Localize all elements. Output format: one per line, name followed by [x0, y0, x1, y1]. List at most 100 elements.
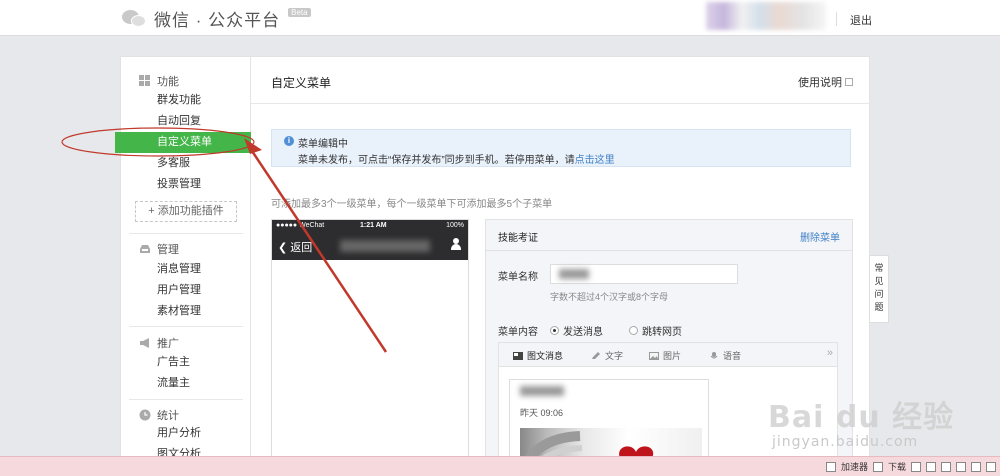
menu-name-value-blurred: [559, 269, 589, 279]
nav-group-statistics: 统计: [139, 407, 179, 423]
article-title-blurred: [520, 386, 564, 396]
download-label[interactable]: 下载: [888, 460, 906, 473]
sidebar-item-user-mgmt[interactable]: 用户管理: [121, 280, 251, 301]
page-title: 自定义菜单: [271, 76, 332, 90]
menu-content-label: 菜单内容: [498, 327, 538, 338]
delete-menu-link[interactable]: 删除菜单: [800, 229, 840, 244]
sidebar-item-material-mgmt[interactable]: 素材管理: [121, 301, 251, 322]
battery-label: 100%: [446, 222, 464, 229]
tool-icon[interactable]: [911, 461, 921, 472]
notice-banner: i 菜单编辑中 菜单未发布，可点击“保存并发布”同步到手机。若停用菜单，请点击这…: [271, 129, 851, 167]
baidu-watermark: Bai du 经验: [768, 400, 955, 435]
nav-group-management: 管理: [139, 241, 179, 257]
pencil-icon: [592, 351, 600, 359]
sidebar-item-custom-menu[interactable]: 自定义菜单: [115, 132, 251, 153]
tool-icon[interactable]: [986, 461, 996, 472]
tab-bar: 图文消息 文字 图片 语音 »: [499, 343, 837, 367]
title-divider: [251, 103, 871, 104]
add-plugin-button[interactable]: + 添加功能插件: [135, 201, 237, 222]
phone-status-bar: ●●●●● WeChat 1:21 AM 100%: [276, 222, 464, 234]
wechat-logo[interactable]: 微信 · 公众平台 Beta: [122, 6, 311, 31]
accelerator-label[interactable]: 加速器: [841, 460, 868, 473]
notice-text: 菜单未发布，可点击“保存并发布”同步到手机。若停用菜单，请点击这里: [298, 151, 615, 166]
tab-label: 文字: [605, 351, 624, 361]
beta-badge: Beta: [288, 8, 311, 17]
menu-limit-hint: 可添加最多3个一级菜单，每个一级菜单下可添加最多5个子菜单: [271, 199, 553, 210]
more-tabs-icon[interactable]: »: [827, 347, 833, 359]
logout-link[interactable]: 退出: [850, 12, 872, 28]
inbox-icon: [140, 245, 150, 253]
account-name-blurred: [340, 240, 430, 252]
sidebar-item-user-analysis[interactable]: 用户分析: [121, 423, 251, 444]
article-icon: [513, 351, 523, 360]
notice-body: 菜单未发布，可点击“保存并发布”同步到手机。若停用菜单，请: [298, 155, 575, 166]
nav-group-label: 推广: [157, 338, 179, 350]
logo-text: 微信 · 公众平台: [154, 11, 281, 30]
tool-icon[interactable]: [956, 461, 966, 472]
tool-icon[interactable]: [941, 461, 951, 472]
sidebar-item-multi-service[interactable]: 多客服: [121, 153, 251, 174]
phone-preview: ●●●●● WeChat 1:21 AM 100% ❮ 返回: [271, 219, 469, 476]
sidebar-item-traffic-owner[interactable]: 流量主: [121, 373, 251, 394]
carrier-label: ●●●●● WeChat: [276, 222, 325, 229]
nav-group-features: 功能: [139, 73, 179, 89]
sidebar-item-message-mgmt[interactable]: 消息管理: [121, 259, 251, 280]
tool-icon[interactable]: [971, 461, 981, 472]
sidebar-item-mass-send[interactable]: 群发功能: [121, 90, 251, 111]
back-label: 返回: [290, 242, 313, 254]
main-container: 功能 群发功能 自动回复 自定义菜单 多客服 投票管理 + 添加功能插件 管理 …: [115, 56, 871, 476]
help-link[interactable]: 使用说明: [798, 74, 853, 90]
sidebar-item-advertiser[interactable]: 广告主: [121, 352, 251, 373]
microphone-icon: [710, 351, 718, 358]
image-icon: [649, 351, 659, 360]
info-icon: i: [284, 136, 294, 146]
top-bar: 微信 · 公众平台 Beta 退出: [0, 0, 1000, 36]
nav-group-label: 功能: [157, 76, 179, 88]
menu-name-input[interactable]: [550, 264, 738, 284]
radio-jump-label: 跳转网页: [642, 327, 682, 338]
tab-voice[interactable]: 语音: [709, 349, 741, 362]
faq-char: 见: [874, 276, 884, 286]
notice-click-here-link[interactable]: 点击这里: [575, 155, 615, 166]
nav-divider: [129, 399, 243, 400]
radio-send-label: 发送消息: [563, 327, 603, 338]
help-icon: [845, 78, 853, 86]
menu-name-tip: 字数不超过4个汉字或8个字母: [550, 292, 669, 302]
tab-label: 语音: [723, 351, 742, 361]
tab-article[interactable]: 图文消息: [513, 349, 563, 362]
faq-char: 问: [874, 289, 884, 299]
editor-menu-title: 技能考证: [498, 233, 538, 244]
baidu-watermark-url: jingyan.baidu.com: [772, 434, 919, 450]
nav-group-label: 统计: [157, 410, 179, 422]
editor-divider: [486, 250, 852, 251]
sidebar-item-auto-reply[interactable]: 自动回复: [121, 111, 251, 132]
radio-send-message[interactable]: [550, 326, 559, 335]
tab-label: 图片: [663, 351, 682, 361]
faq-side-tab[interactable]: 常 见 问 题: [869, 255, 889, 323]
download-icon: [872, 461, 883, 472]
faq-char: 题: [874, 302, 884, 312]
sidebar: 功能 群发功能 自动回复 自定义菜单 多客服 投票管理 + 添加功能插件 管理 …: [115, 57, 251, 476]
menu-name-label: 菜单名称: [498, 272, 538, 283]
nav-divider: [129, 233, 243, 234]
tool-icon[interactable]: [926, 461, 936, 472]
tab-text[interactable]: 文字: [591, 349, 623, 362]
notice-title: 菜单编辑中: [298, 139, 348, 150]
browser-status-bar: 加速器 下载: [0, 456, 1000, 476]
megaphone-icon: [140, 338, 149, 348]
radio-jump-url[interactable]: [629, 326, 638, 335]
nav-divider: [129, 326, 243, 327]
person-icon: [450, 238, 462, 250]
tab-label: 图文消息: [527, 351, 564, 361]
faq-char: 常: [874, 263, 884, 273]
sidebar-item-vote[interactable]: 投票管理: [121, 174, 251, 195]
status-bar-tools: 加速器 下载: [825, 460, 996, 473]
topbar-divider: [836, 12, 837, 26]
accelerator-icon: [825, 461, 836, 472]
nav-group-label: 管理: [157, 244, 179, 256]
menu-content-radio-group: 发送消息 跳转网页: [550, 323, 682, 338]
phone-time: 1:21 AM: [360, 222, 387, 229]
phone-nav-bar: ●●●●● WeChat 1:21 AM 100% ❮ 返回: [272, 220, 468, 260]
tab-image[interactable]: 图片: [649, 349, 681, 362]
user-account-blurred[interactable]: [706, 2, 826, 30]
